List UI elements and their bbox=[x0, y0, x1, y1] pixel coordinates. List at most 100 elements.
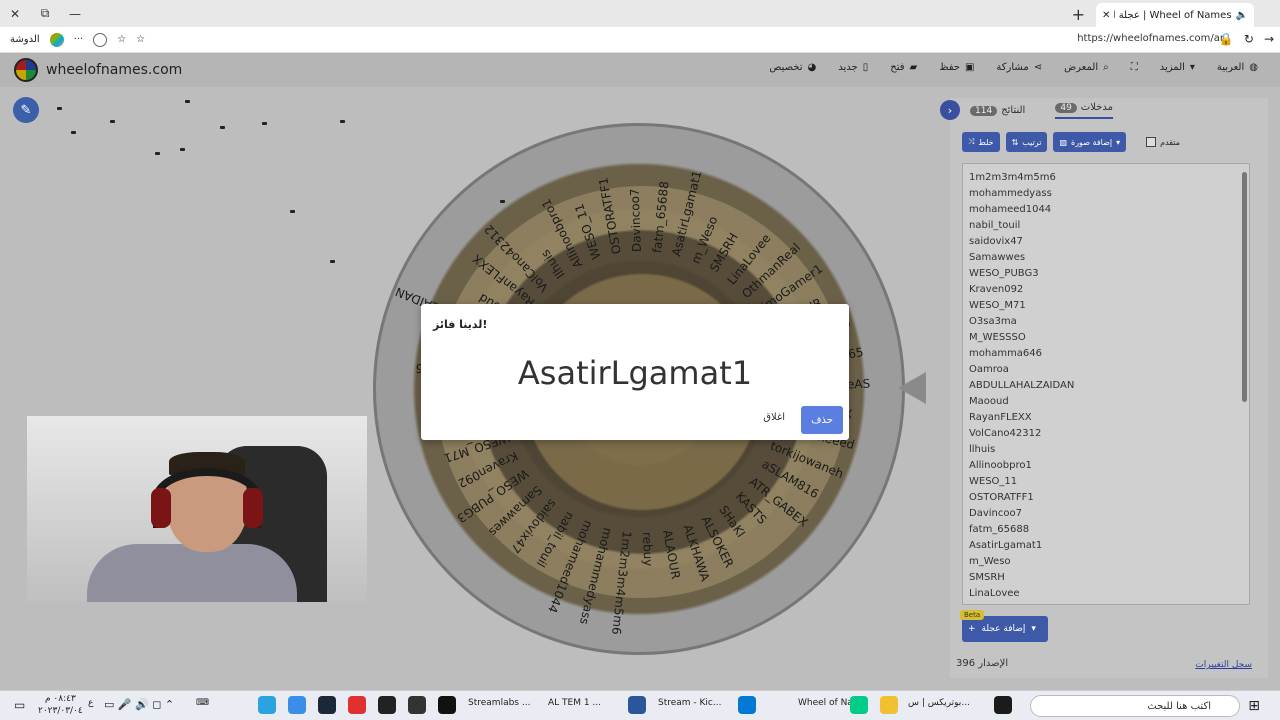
entry-line: OSTORATFF1 bbox=[969, 492, 1034, 503]
browser-tab-bar: ✕ ⧉ — + ✕ Wheel of Names | عجلة الاسم ال… bbox=[0, 0, 1280, 27]
add-image-button[interactable]: ▨ إضافة صورة ▾ bbox=[1053, 132, 1127, 152]
changelog-link[interactable]: سجل التغييرات bbox=[1195, 660, 1252, 670]
telegram-icon[interactable] bbox=[258, 696, 276, 714]
confetti-piece bbox=[330, 260, 335, 263]
close-window-icon[interactable]: ✕ bbox=[0, 7, 30, 21]
menu-new[interactable]: جديد ▯ bbox=[838, 62, 868, 73]
collapse-panel-button[interactable]: › bbox=[940, 100, 960, 120]
task-view-icon[interactable] bbox=[994, 696, 1012, 714]
menu-gallery[interactable]: المعرض ⌕ bbox=[1064, 62, 1109, 73]
taskbar-item-kick[interactable]: Stream - Kic... bbox=[658, 698, 721, 708]
entry-line: Maooud bbox=[969, 396, 1009, 407]
person-shirt bbox=[87, 544, 297, 602]
taskbar-clock[interactable]: ٠٨:٤٣ م ٢٠٢٣/٠٣/٠٤ bbox=[38, 693, 83, 717]
pencil-icon: ✎ bbox=[20, 102, 32, 118]
sort-icon: ⇅ bbox=[1011, 137, 1019, 147]
close-tab-icon[interactable]: ✕ bbox=[1102, 10, 1110, 21]
steam-icon[interactable] bbox=[318, 696, 336, 714]
adobe-icon[interactable] bbox=[348, 696, 366, 714]
logo[interactable]: wheelofnames.com bbox=[14, 58, 182, 82]
menu-share[interactable]: مشاركة ⋖ bbox=[996, 62, 1042, 73]
edge-icon[interactable] bbox=[850, 696, 868, 714]
confetti-piece bbox=[110, 120, 115, 123]
more-icon[interactable]: ··· bbox=[74, 34, 84, 45]
shuffle-icon: ⤨ bbox=[968, 137, 975, 146]
word-icon[interactable] bbox=[628, 696, 646, 714]
entries-textarea[interactable]: 1m2m3m4m5m6 mohammedyass mohameed1044 nabil… bbox=[962, 163, 1250, 605]
menu-customize[interactable]: تخصيص ◕ bbox=[769, 62, 816, 73]
extensions-icon[interactable]: ☆ bbox=[117, 34, 126, 45]
chevron-right-icon: › bbox=[947, 103, 953, 117]
app-icon[interactable] bbox=[288, 696, 306, 714]
taskbar-item-chrome[interactable]: بوتريكس | س... bbox=[908, 698, 970, 708]
system-tray-icons[interactable]: ▭ 🎤 🔊 ◻ ⌃ bbox=[104, 698, 174, 711]
keyboard-icon[interactable]: ⌨ bbox=[196, 698, 209, 708]
restore-window-icon[interactable]: ⧉ bbox=[30, 6, 60, 21]
edit-pencil-button[interactable]: ✎ bbox=[13, 97, 39, 123]
notification-icon[interactable]: ▭ bbox=[14, 698, 25, 712]
sort-button[interactable]: ⇅ ترتيب bbox=[1005, 132, 1048, 152]
tab-results[interactable]: النتائج 114 bbox=[970, 102, 1025, 119]
entry-line: ABDULLAHALZAIDAN bbox=[969, 380, 1075, 391]
taskbar-item-altem[interactable]: AL TEM 1 ... bbox=[548, 698, 601, 708]
entry-line: mohameed1044 bbox=[969, 204, 1052, 215]
headset-earcup-right bbox=[243, 488, 263, 528]
panel-tabs: مدخلات 49 النتائج 114 bbox=[970, 102, 1113, 119]
browser-tab[interactable]: ✕ Wheel of Names | عجلة الاسم العشوائي 🔈 bbox=[1096, 3, 1254, 27]
profile-icon[interactable] bbox=[93, 32, 108, 47]
refresh-icon[interactable]: ↻ bbox=[1244, 32, 1254, 46]
winner-dialog: لدينا فائز! AsatirLgamat1 اغلاق حذف bbox=[421, 304, 849, 440]
entry-line: Davincoo7 bbox=[969, 508, 1022, 519]
confetti-piece bbox=[262, 122, 267, 125]
plus-icon: + bbox=[968, 624, 976, 634]
confetti-piece bbox=[340, 120, 345, 123]
globe-icon: ◍ bbox=[1249, 62, 1258, 73]
beta-badge: Beta bbox=[960, 610, 985, 620]
menu-language[interactable]: العربية ◍ bbox=[1217, 62, 1258, 73]
entry-line: 1m2m3m4m5m6 bbox=[969, 172, 1056, 183]
confetti-piece bbox=[180, 148, 185, 151]
back-icon[interactable]: → bbox=[1264, 32, 1274, 46]
url-field[interactable]: https://wheelofnames.com/ar bbox=[1077, 33, 1224, 44]
close-button[interactable]: اغلاق bbox=[763, 412, 785, 423]
language-indicator[interactable]: ع bbox=[88, 698, 93, 708]
tab-title: Wheel of Names | عجلة الاسم العشوائي bbox=[1114, 9, 1232, 21]
entry-line: Oamroa bbox=[969, 364, 1009, 375]
top-menu: تخصيص ◕ جديد ▯ فتح ▰ حفظ ▣ مشاركة ⋖ المعرض ⌕ ⛶… bbox=[769, 62, 1258, 73]
search-icon: ⌕ bbox=[1103, 62, 1109, 73]
entry-line: m_Weso bbox=[969, 556, 1011, 567]
menu-save[interactable]: حفظ ▣ bbox=[939, 62, 974, 73]
start-icon[interactable]: ⊞ bbox=[1248, 698, 1260, 714]
tab-entries[interactable]: مدخلات 49 bbox=[1055, 102, 1113, 119]
copilot-icon[interactable] bbox=[49, 32, 64, 47]
dialog-title: لدينا فائز! bbox=[433, 318, 488, 331]
mail-icon[interactable] bbox=[738, 696, 756, 714]
wow-label[interactable]: الدوشة bbox=[10, 34, 40, 45]
tiktok-icon[interactable] bbox=[438, 696, 456, 714]
taskbar-item-streamlabs[interactable]: Streamlabs ... bbox=[468, 698, 530, 708]
menu-more[interactable]: المزيد ▾ bbox=[1160, 62, 1195, 73]
minimize-window-icon[interactable]: — bbox=[60, 7, 90, 21]
taskbar-search[interactable]: اكتب هنا للبحث bbox=[1030, 695, 1240, 717]
save-icon: ▣ bbox=[964, 62, 975, 73]
fullscreen-icon[interactable]: ⛶ bbox=[1131, 62, 1138, 73]
favorites-icon[interactable]: ☆ bbox=[136, 34, 145, 45]
confetti-piece bbox=[500, 200, 505, 203]
folder-icon: ▰ bbox=[909, 62, 918, 73]
menu-open[interactable]: فتح ▰ bbox=[890, 62, 917, 73]
remove-button[interactable]: حذف bbox=[801, 406, 843, 434]
advanced-checkbox[interactable]: متقدم bbox=[1146, 137, 1180, 147]
speaker-icon[interactable]: 🔈 bbox=[1236, 10, 1248, 21]
entry-line: M_WESSSO bbox=[969, 332, 1026, 343]
capcut-icon[interactable] bbox=[378, 696, 396, 714]
entry-line: fatm_65688 bbox=[969, 524, 1030, 535]
file-explorer-icon[interactable] bbox=[880, 696, 898, 714]
capcut2-icon[interactable] bbox=[408, 696, 426, 714]
version-label: الإصدار 396 bbox=[956, 658, 1009, 669]
new-tab-button[interactable]: + bbox=[1072, 5, 1085, 24]
shuffle-button[interactable]: ⤨ خلط bbox=[962, 132, 1000, 152]
entry-tools: ⤨ خلط ⇅ ترتيب ▨ إضافة صورة ▾ متقدم bbox=[962, 132, 1180, 152]
entries-scrollbar[interactable] bbox=[1242, 172, 1247, 402]
entry-line: SMSRH bbox=[969, 572, 1005, 583]
checkbox-icon bbox=[1146, 137, 1157, 147]
